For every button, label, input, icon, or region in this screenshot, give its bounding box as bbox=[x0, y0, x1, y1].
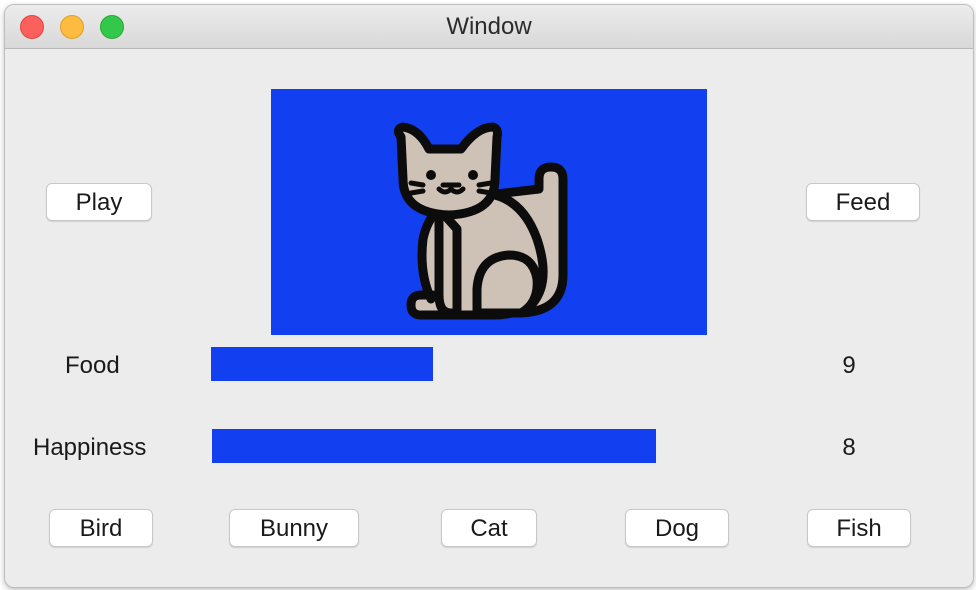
happiness-bar bbox=[212, 429, 656, 463]
play-button[interactable]: Play bbox=[46, 183, 152, 221]
feed-button[interactable]: Feed bbox=[806, 183, 920, 221]
window-title: Window bbox=[446, 13, 532, 40]
cat-icon bbox=[393, 122, 568, 320]
bird-button[interactable]: Bird bbox=[49, 509, 153, 547]
cat-button[interactable]: Cat bbox=[441, 509, 537, 547]
food-bar bbox=[211, 347, 433, 381]
food-value: 9 bbox=[842, 352, 856, 379]
bunny-button[interactable]: Bunny bbox=[229, 509, 359, 547]
fish-button[interactable]: Fish bbox=[807, 509, 911, 547]
food-label: Food bbox=[65, 352, 120, 379]
title-bar: Window bbox=[5, 5, 973, 49]
happiness-label: Happiness bbox=[33, 434, 147, 461]
app-window: Window Play Feed Food 9 Happiness 8 Bird… bbox=[4, 4, 974, 588]
pet-image bbox=[271, 89, 707, 335]
dog-button[interactable]: Dog bbox=[625, 509, 729, 547]
happiness-value: 8 bbox=[842, 434, 856, 461]
